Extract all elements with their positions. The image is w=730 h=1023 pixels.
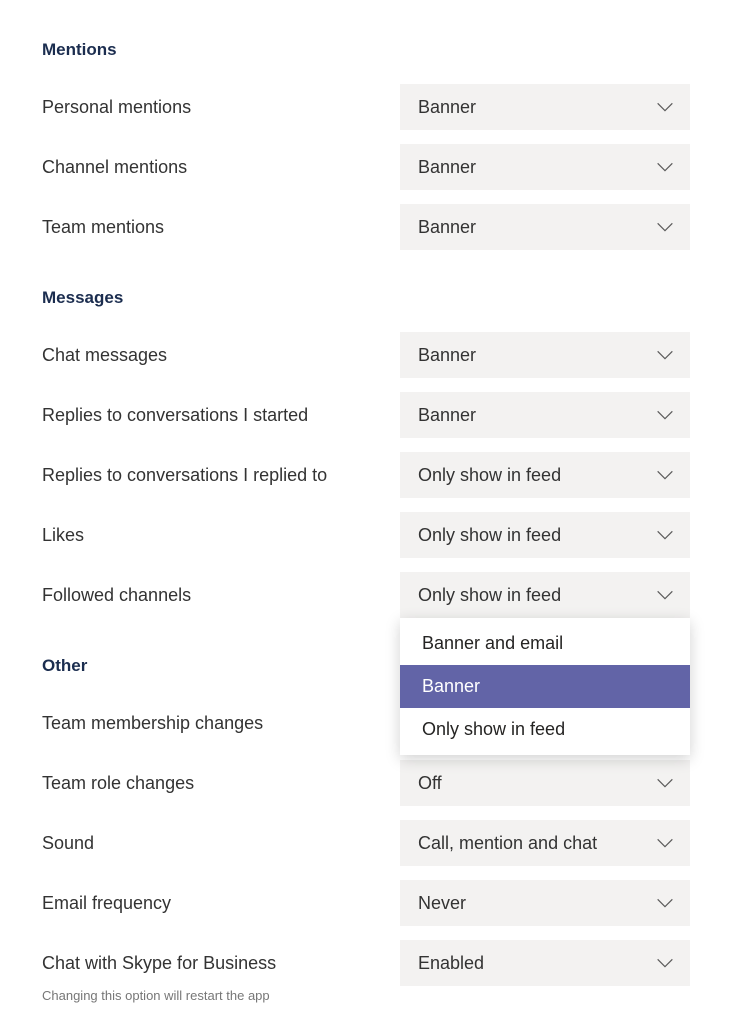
setting-label: Team mentions <box>40 217 400 238</box>
dropdown-followed-channels[interactable]: Only show in feed Banner and email Banne… <box>400 572 690 618</box>
dropdown-value: Banner <box>418 345 476 366</box>
chevron-down-icon <box>654 524 676 546</box>
setting-label: Chat with Skype for Business <box>40 953 400 974</box>
setting-row-email-frequency: Email frequency Never <box>40 880 690 926</box>
dropdown-skype[interactable]: Enabled <box>400 940 690 986</box>
setting-row-followed-channels: Followed channels Only show in feed Bann… <box>40 572 690 618</box>
chevron-down-icon <box>654 772 676 794</box>
dropdown-value: Banner <box>418 405 476 426</box>
setting-label: Replies to conversations I started <box>40 405 400 426</box>
setting-row-replies-replied: Replies to conversations I replied to On… <box>40 452 690 498</box>
dropdown-value: Only show in feed <box>418 465 561 486</box>
dropdown-option-only-feed[interactable]: Only show in feed <box>400 708 690 751</box>
setting-label: Sound <box>40 833 400 854</box>
dropdown-chat-messages[interactable]: Banner <box>400 332 690 378</box>
setting-label: Email frequency <box>40 893 400 914</box>
setting-row-chat-messages: Chat messages Banner <box>40 332 690 378</box>
dropdown-replies-started[interactable]: Banner <box>400 392 690 438</box>
setting-label: Replies to conversations I replied to <box>40 465 400 486</box>
setting-row-team-mentions: Team mentions Banner <box>40 204 690 250</box>
setting-row-personal-mentions: Personal mentions Banner <box>40 84 690 130</box>
section-header-mentions: Mentions <box>42 40 690 60</box>
dropdown-value: Banner <box>418 157 476 178</box>
dropdown-value: Banner <box>418 217 476 238</box>
setting-label: Followed channels <box>40 585 400 606</box>
dropdown-channel-mentions[interactable]: Banner <box>400 144 690 190</box>
dropdown-team-mentions[interactable]: Banner <box>400 204 690 250</box>
chevron-down-icon <box>654 96 676 118</box>
section-header-messages: Messages <box>42 288 690 308</box>
dropdown-value: Banner <box>418 97 476 118</box>
dropdown-replies-replied[interactable]: Only show in feed <box>400 452 690 498</box>
dropdown-value: Call, mention and chat <box>418 833 597 854</box>
dropdown-likes[interactable]: Only show in feed <box>400 512 690 558</box>
setting-label: Likes <box>40 525 400 546</box>
setting-row-skype: Chat with Skype for Business Enabled <box>40 940 690 986</box>
chevron-down-icon <box>654 216 676 238</box>
dropdown-personal-mentions[interactable]: Banner <box>400 84 690 130</box>
setting-label: Team role changes <box>40 773 400 794</box>
setting-row-channel-mentions: Channel mentions Banner <box>40 144 690 190</box>
setting-label: Channel mentions <box>40 157 400 178</box>
dropdown-menu: Banner and email Banner Only show in fee… <box>400 618 690 755</box>
setting-label: Team membership changes <box>40 713 400 734</box>
setting-row-sound: Sound Call, mention and chat <box>40 820 690 866</box>
chevron-down-icon <box>654 344 676 366</box>
dropdown-email-frequency[interactable]: Never <box>400 880 690 926</box>
chevron-down-icon <box>654 832 676 854</box>
dropdown-value: Only show in feed <box>418 585 561 606</box>
setting-row-role-changes: Team role changes Off <box>40 760 690 806</box>
dropdown-sound[interactable]: Call, mention and chat <box>400 820 690 866</box>
setting-row-replies-started: Replies to conversations I started Banne… <box>40 392 690 438</box>
chevron-down-icon <box>654 464 676 486</box>
setting-sublabel: Changing this option will restart the ap… <box>42 988 690 1003</box>
dropdown-role-changes[interactable]: Off <box>400 760 690 806</box>
dropdown-value: Only show in feed <box>418 525 561 546</box>
notifications-settings: Mentions Personal mentions Banner Channe… <box>0 0 730 1023</box>
dropdown-value: Off <box>418 773 442 794</box>
setting-label: Chat messages <box>40 345 400 366</box>
setting-row-likes: Likes Only show in feed <box>40 512 690 558</box>
chevron-down-icon <box>654 952 676 974</box>
dropdown-value: Never <box>418 893 466 914</box>
dropdown-value: Enabled <box>418 953 484 974</box>
chevron-down-icon <box>654 892 676 914</box>
chevron-down-icon <box>654 404 676 426</box>
chevron-down-icon <box>654 584 676 606</box>
dropdown-option-banner-and-email[interactable]: Banner and email <box>400 622 690 665</box>
setting-label: Personal mentions <box>40 97 400 118</box>
chevron-down-icon <box>654 156 676 178</box>
dropdown-option-banner[interactable]: Banner <box>400 665 690 708</box>
